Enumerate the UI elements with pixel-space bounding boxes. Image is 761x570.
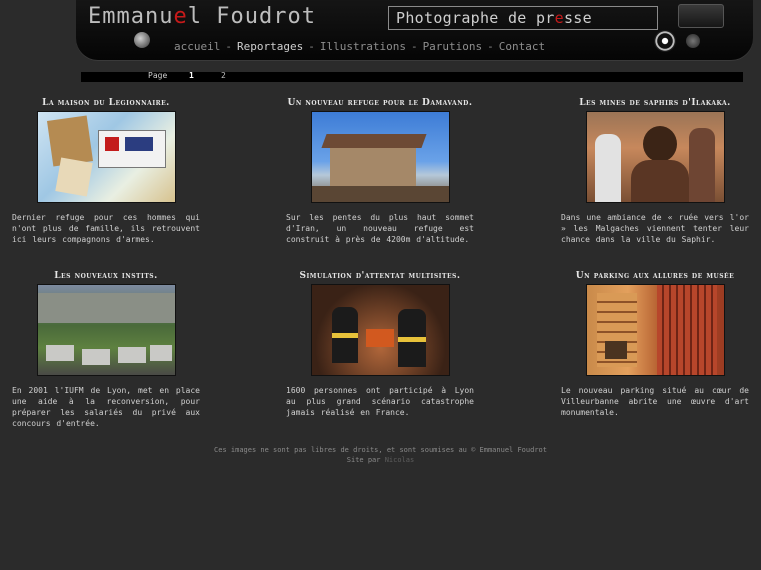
article-description: En 2001 l'IUFM de Lyon, met en place une… (12, 386, 200, 428)
article-title[interactable]: Un nouveau refuge pour le Damavand. (286, 98, 474, 108)
article-title[interactable]: Les nouveaux instits. (12, 271, 200, 281)
nav-item-contact[interactable]: Contact (499, 40, 545, 53)
site-footer: Ces images ne sont pas libres de droits,… (0, 445, 761, 465)
brand-text-accent: e (173, 4, 188, 29)
article-card: Simulation d'attentat multisites. 1600 p… (286, 271, 474, 418)
pagination-bar: Page 1 2 (81, 71, 743, 82)
article-description: Le nouveau parking situé au cœur de Vill… (561, 386, 749, 417)
article-description: Dernier refuge pour ces hommes qui n'ont… (12, 213, 200, 244)
nav-item-reportages[interactable]: Reportages (237, 40, 303, 53)
tagline-text-accent: e (554, 9, 564, 27)
article-thumbnail[interactable] (36, 284, 176, 376)
article-title[interactable]: La maison du Legionnaire. (12, 98, 200, 108)
nav-separator: - (225, 40, 232, 53)
site-credit-prefix: Site par (346, 456, 381, 464)
camera-dial-icon (134, 32, 150, 48)
pagination-label: Page (148, 71, 168, 80)
site-logo[interactable]: Emmanuel Foudrot (88, 4, 316, 29)
page-link-2[interactable]: 2 (221, 71, 226, 80)
brand-text-end: l Foudrot (187, 4, 316, 29)
article-thumbnail[interactable] (585, 284, 725, 376)
copyright-notice: Ces images ne sont pas libres de droits,… (214, 446, 547, 454)
site-header: Emmanuel Foudrot Photographe de presse a… (76, 0, 753, 60)
camera-lens-icon (654, 30, 676, 52)
nav-separator: - (410, 40, 418, 53)
nav-separator: - (487, 40, 494, 53)
tagline-text-start: Photographe de pr (396, 9, 555, 27)
article-card: Les mines de saphirs d'Ilakaka. Dans une… (561, 98, 749, 245)
article-card: Un nouveau refuge pour le Damavand. Sur … (286, 98, 474, 245)
article-card: Un parking aux allures de musée Le nouve… (561, 271, 749, 418)
site-credit-link[interactable]: Nicolas (385, 456, 415, 464)
page-link-1[interactable]: 1 (189, 71, 194, 80)
tagline-text-end: sse (563, 9, 592, 27)
article-thumbnail[interactable] (36, 111, 176, 203)
article-title[interactable]: Les mines de saphirs d'Ilakaka. (561, 98, 749, 108)
article-description: Dans une ambiance de « ruée vers l'or » … (561, 213, 749, 244)
camera-knob-icon (686, 34, 700, 48)
nav-separator: - (308, 40, 315, 53)
article-title[interactable]: Un parking aux allures de musée (561, 271, 749, 281)
article-thumbnail[interactable] (585, 111, 725, 203)
site-credit: Site par Nicolas (0, 455, 761, 465)
main-nav: accueil - Reportages - Illustrations - Parutio… (174, 40, 545, 53)
article-thumbnail[interactable] (310, 284, 450, 376)
article-card: Les nouveaux instits. En 2001 l'IUFM de … (12, 271, 200, 429)
article-title[interactable]: Simulation d'attentat multisites. (286, 271, 474, 281)
site-tagline: Photographe de presse (396, 9, 592, 27)
article-thumbnail[interactable] (310, 111, 450, 203)
brand-text-start: Emmanu (88, 4, 174, 29)
nav-item-illustrations[interactable]: Illustrations (320, 40, 406, 53)
camera-viewfinder-icon (678, 4, 724, 28)
article-description: Sur les pentes du plus haut sommet d'Ira… (286, 213, 474, 244)
nav-item-parutions[interactable]: Parutions (423, 40, 483, 53)
article-description: 1600 personnes ont participé à Lyon au p… (286, 386, 474, 417)
article-card: La maison du Legionnaire. Dernier refuge… (12, 98, 200, 245)
nav-item-accueil[interactable]: accueil (174, 40, 220, 53)
